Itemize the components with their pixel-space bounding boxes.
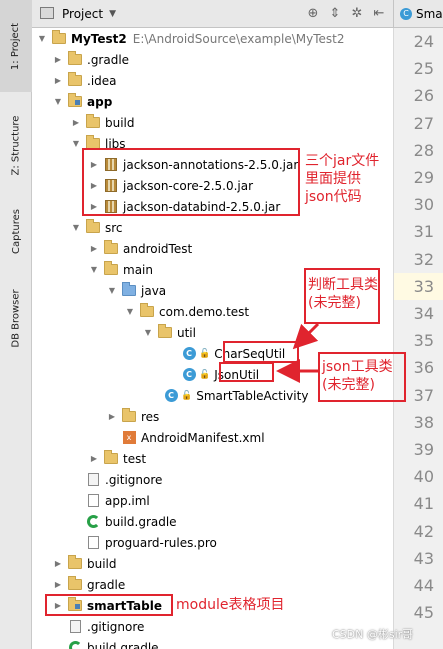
json-note: json工具类 (未完整) — [322, 358, 393, 394]
module-note: module表格项目 — [176, 597, 285, 613]
judge-note: 判断工具类 (未完整) — [308, 276, 378, 312]
annotation-arrows — [276, 322, 320, 383]
json-note-line: json工具类 — [322, 359, 393, 375]
judge-note-line: 判断工具类 — [308, 277, 378, 293]
watermark: CSDN @彬sir哥 — [332, 628, 414, 641]
judge-note-line: (未完整) — [308, 295, 361, 311]
jar-note-line: 里面提供 — [305, 171, 361, 187]
judge-note-arrow — [292, 322, 320, 350]
jar-note: 三个jar文件 里面提供 json代码 — [305, 152, 379, 206]
jar-note-line: json代码 — [305, 189, 362, 205]
json-note-line: (未完整) — [322, 377, 375, 393]
jar-note-line: 三个jar文件 — [305, 153, 380, 169]
